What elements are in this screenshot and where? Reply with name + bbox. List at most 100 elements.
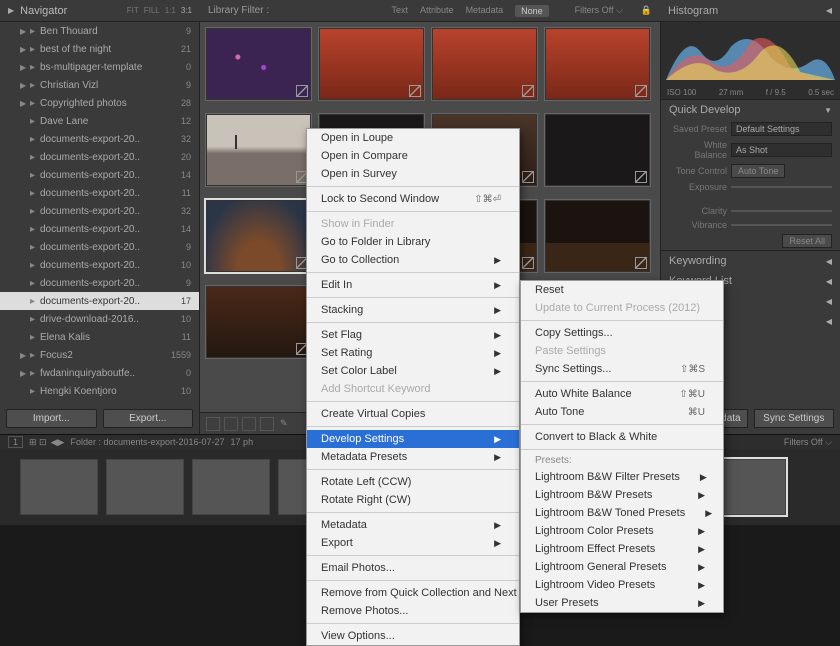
folder-row[interactable]: ▸drive-download-2016..10 bbox=[0, 310, 199, 328]
thumbnail[interactable] bbox=[206, 28, 311, 100]
reset-all-button[interactable]: Reset All bbox=[782, 234, 832, 248]
loupe-view-icon[interactable] bbox=[224, 417, 238, 431]
folder-row[interactable]: ▶▸bs-multipager-template0 bbox=[0, 58, 199, 76]
folder-list: ▶▸Ben Thouard9▶▸best of the night21▶▸bs-… bbox=[0, 22, 199, 403]
compare-view-icon[interactable] bbox=[242, 417, 256, 431]
menu-item[interactable]: Export▶ bbox=[307, 534, 519, 552]
histogram-header[interactable]: Histogram ◀ bbox=[660, 0, 840, 21]
folder-row[interactable]: ▸documents-export-20..14 bbox=[0, 166, 199, 184]
thumbnail[interactable] bbox=[206, 114, 311, 186]
grid-view-icon[interactable] bbox=[206, 417, 220, 431]
filmstrip-thumb[interactable] bbox=[192, 459, 270, 515]
import-button[interactable]: Import... bbox=[6, 409, 97, 428]
folder-row[interactable]: ▸documents-export-20..20 bbox=[0, 148, 199, 166]
thumbnail[interactable] bbox=[432, 28, 537, 100]
navigator-header[interactable]: ▶ Navigator FITFILL1:13:1 bbox=[0, 0, 200, 21]
menu-item[interactable]: Create Virtual Copies bbox=[307, 405, 519, 423]
folder-row[interactable]: ▸documents-export-20..32 bbox=[0, 202, 199, 220]
folder-row[interactable]: ▸Elena Kalis11 bbox=[0, 328, 199, 346]
navigator-zoom-labels[interactable]: FITFILL1:13:1 bbox=[127, 6, 192, 15]
folder-row[interactable]: ▸documents-export-20..32 bbox=[0, 130, 199, 148]
menu-item[interactable]: Go to Folder in Library bbox=[307, 233, 519, 251]
folder-row[interactable]: ▶▸Copyrighted photos28 bbox=[0, 94, 199, 112]
menu-item[interactable]: Lightroom General Presets▶ bbox=[521, 558, 723, 576]
vibrance-slider[interactable] bbox=[731, 224, 832, 226]
thumbnail[interactable] bbox=[545, 200, 650, 272]
filter-metadata[interactable]: Metadata bbox=[466, 5, 504, 17]
folder-row[interactable]: ▶▸best of the night21 bbox=[0, 40, 199, 58]
filter-none[interactable]: None bbox=[515, 5, 549, 17]
thumbnail[interactable] bbox=[206, 286, 311, 358]
menu-item[interactable]: Develop Settings▶ bbox=[307, 430, 519, 448]
chevron-left-icon[interactable]: ◀ bbox=[51, 437, 58, 448]
folder-row[interactable]: ▶▸Christian Vizl9 bbox=[0, 76, 199, 94]
thumbnail[interactable] bbox=[545, 114, 650, 186]
menu-item[interactable]: Set Flag▶ bbox=[307, 326, 519, 344]
folder-row[interactable]: ▸Hengki Koentjoro10 bbox=[0, 382, 199, 400]
menu-item[interactable]: Edit In▶ bbox=[307, 276, 519, 294]
menu-item[interactable]: Auto White Balance⇧⌘U bbox=[521, 385, 723, 403]
menu-item[interactable]: Reset bbox=[521, 281, 723, 299]
folder-row[interactable]: ▸documents-export-20..9 bbox=[0, 274, 199, 292]
filters-off-toggle[interactable]: Filters Off ⌵ bbox=[575, 5, 623, 17]
menu-item[interactable]: Copy Settings... bbox=[521, 324, 723, 342]
menu-item[interactable]: Open in Survey bbox=[307, 165, 519, 183]
folder-row[interactable]: ▸documents-export-20..11 bbox=[0, 184, 199, 202]
folder-row[interactable]: ▸documents-export-20..14 bbox=[0, 220, 199, 238]
folder-path[interactable]: Folder : documents-export-2016-07-27 bbox=[70, 437, 224, 447]
menu-item[interactable]: Rotate Left (CCW) bbox=[307, 473, 519, 491]
menu-item[interactable]: Lightroom B&W Toned Presets▶ bbox=[521, 504, 723, 522]
quick-develop-header[interactable]: Quick Develop▼ bbox=[661, 100, 840, 120]
survey-view-icon[interactable] bbox=[260, 417, 274, 431]
menu-item[interactable]: Lock to Second Window⇧⌘⏎ bbox=[307, 190, 519, 208]
menu-item[interactable]: Stacking▶ bbox=[307, 301, 519, 319]
menu-item[interactable]: User Presets▶ bbox=[521, 594, 723, 612]
folder-row[interactable]: ▸documents-export-20..17 bbox=[0, 292, 199, 310]
thumbnail[interactable] bbox=[545, 28, 650, 100]
folder-row[interactable]: ▸documents-export-20..10 bbox=[0, 256, 199, 274]
filmstrip-filters-off[interactable]: Filters Off bbox=[784, 437, 823, 447]
menu-item[interactable]: Metadata Presets▶ bbox=[307, 448, 519, 466]
menu-item[interactable]: Lightroom B&W Filter Presets▶ bbox=[521, 468, 723, 486]
auto-tone-button[interactable]: Auto Tone bbox=[731, 164, 785, 178]
menu-item[interactable]: Auto Tone⌘U bbox=[521, 403, 723, 421]
navigator-title: Navigator bbox=[20, 5, 121, 17]
filmstrip-thumb[interactable] bbox=[20, 459, 98, 515]
folder-row[interactable]: ▶▸Ben Thouard9 bbox=[0, 22, 199, 40]
folder-row[interactable]: ▸documents-export-20..9 bbox=[0, 238, 199, 256]
chevron-right-icon[interactable]: ▶ bbox=[58, 437, 65, 448]
filmstrip-thumb[interactable] bbox=[106, 459, 184, 515]
menu-item[interactable]: Open in Loupe bbox=[307, 129, 519, 147]
menu-item[interactable]: Sync Settings...⇧⌘S bbox=[521, 360, 723, 378]
folder-row[interactable]: ▶▸Focus21559 bbox=[0, 346, 199, 364]
white-balance-dropdown[interactable]: As Shot bbox=[731, 143, 832, 157]
menu-item[interactable]: Remove Photos... bbox=[307, 602, 519, 620]
menu-item[interactable]: Convert to Black & White bbox=[521, 428, 723, 446]
menu-item[interactable]: View Options... bbox=[307, 627, 519, 645]
folder-row[interactable]: ▶▸fwdaninquiryaboutfe..0 bbox=[0, 364, 199, 382]
export-button[interactable]: Export... bbox=[103, 409, 194, 428]
menu-item[interactable]: Lightroom Video Presets▶ bbox=[521, 576, 723, 594]
clarity-slider[interactable] bbox=[731, 210, 832, 212]
painter-icon[interactable]: ✎ bbox=[280, 418, 288, 429]
menu-item[interactable]: Metadata▶ bbox=[307, 516, 519, 534]
menu-item[interactable]: Go to Collection▶ bbox=[307, 251, 519, 269]
menu-item[interactable]: Lightroom Effect Presets▶ bbox=[521, 540, 723, 558]
lock-icon[interactable]: 🔒 bbox=[641, 5, 652, 17]
menu-item[interactable]: Set Rating▶ bbox=[307, 344, 519, 362]
saved-preset-dropdown[interactable]: Default Settings bbox=[731, 122, 832, 136]
thumbnail-selected[interactable] bbox=[206, 200, 311, 272]
menu-item[interactable]: Email Photos... bbox=[307, 559, 519, 577]
filter-attribute[interactable]: Attribute bbox=[420, 5, 454, 17]
menu-item[interactable]: Remove from Quick Collection and Next⇧B bbox=[307, 584, 519, 602]
exposure-slider[interactable] bbox=[731, 186, 832, 188]
menu-item[interactable]: Lightroom B&W Presets▶ bbox=[521, 486, 723, 504]
sync-settings-button[interactable]: Sync Settings bbox=[754, 409, 835, 428]
menu-item[interactable]: Set Color Label▶ bbox=[307, 362, 519, 380]
menu-item[interactable]: Rotate Right (CW) bbox=[307, 491, 519, 509]
panel-header[interactable]: Keywording◀ bbox=[661, 251, 840, 271]
menu-item[interactable]: Open in Compare bbox=[307, 147, 519, 165]
thumbnail[interactable] bbox=[319, 28, 424, 100]
filter-text[interactable]: Text bbox=[392, 5, 409, 17]
folder-row[interactable]: ▸Dave Lane12 bbox=[0, 112, 199, 130]
